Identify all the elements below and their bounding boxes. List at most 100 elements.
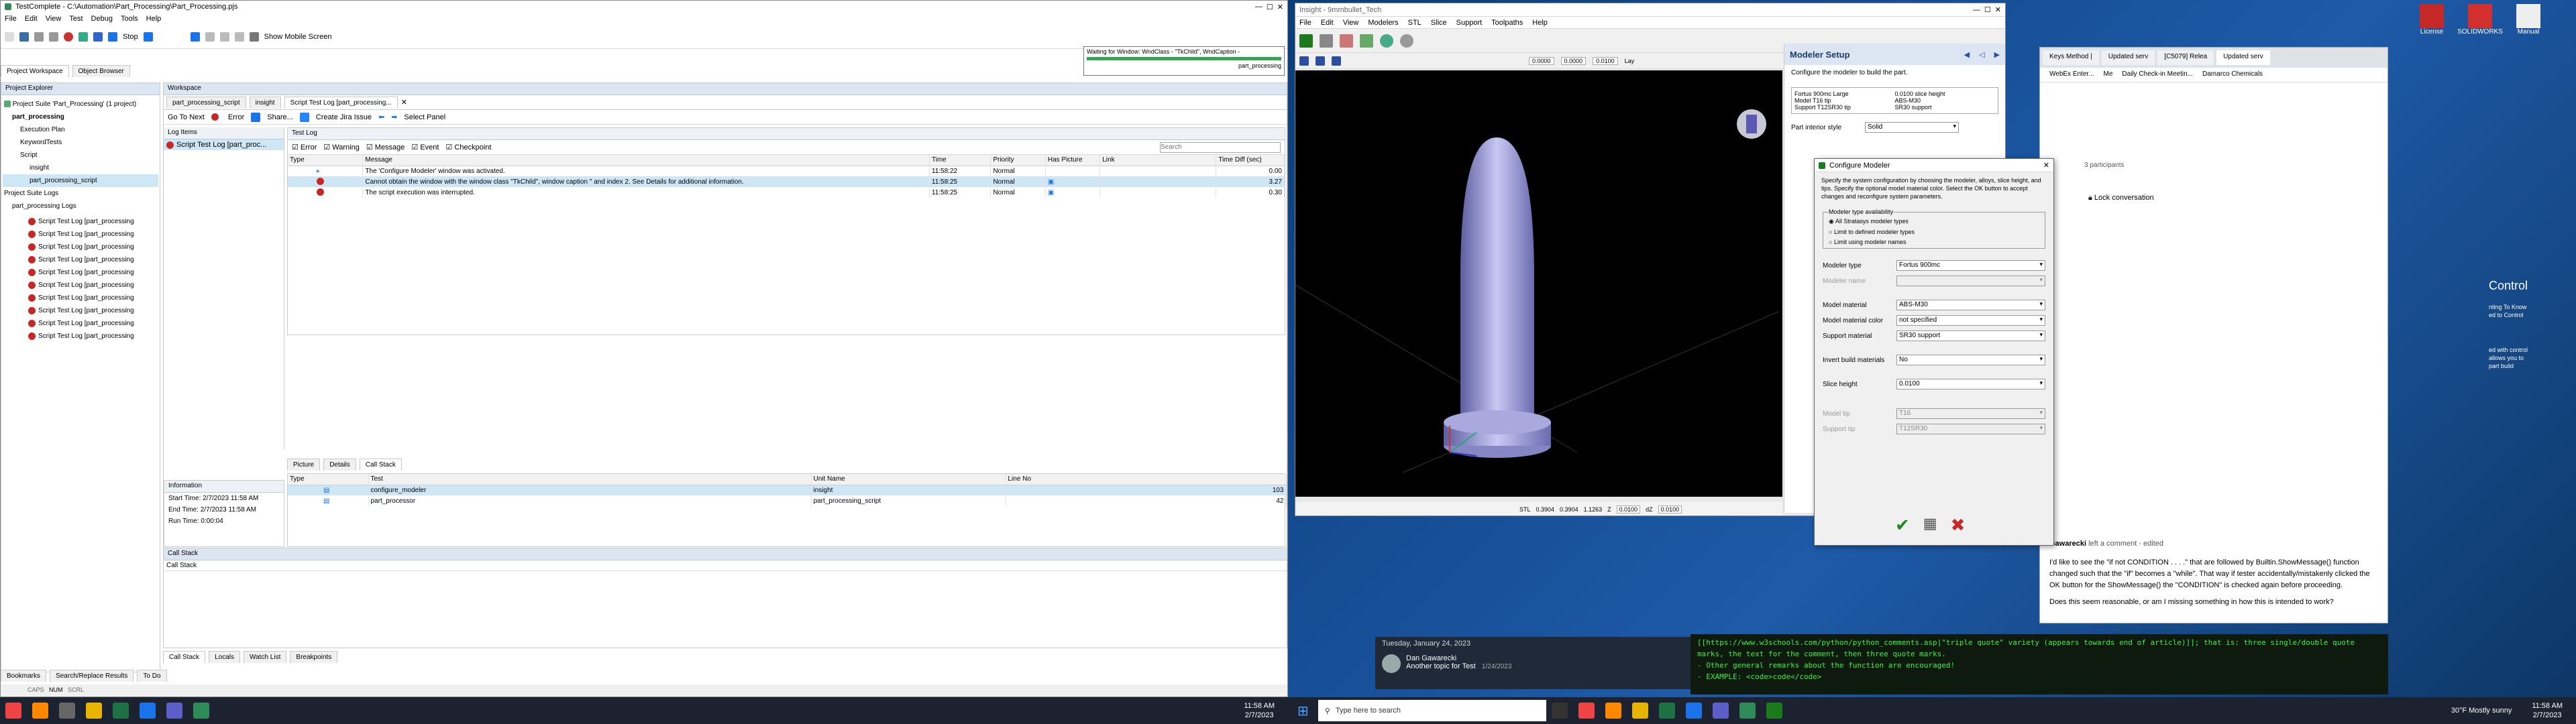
teams-icon[interactable] — [1712, 703, 1729, 719]
toolpath-icon[interactable] — [1380, 34, 1393, 48]
bookmark[interactable]: WebEx Enter... — [2049, 70, 2094, 79]
cs-col-unit[interactable]: Unit Name — [811, 474, 1006, 485]
tab-to-do[interactable]: To Do — [137, 670, 167, 682]
back-icon[interactable]: ◀ — [1964, 50, 1970, 59]
tab-insight[interactable]: insight — [249, 97, 281, 109]
menu-stl[interactable]: STL — [1408, 19, 1421, 27]
menu-view[interactable]: View — [1343, 19, 1359, 27]
chat-item[interactable]: Dan Gawarecki Another topic for Test 1/2… — [1382, 654, 1684, 673]
bookmark[interactable]: Damarco Chemicals — [2202, 70, 2263, 79]
error-dropdown[interactable]: Error — [228, 113, 244, 121]
log-entry[interactable]: Script Test Log [part_processing — [28, 330, 158, 343]
weather[interactable]: 30°F Mostly sunny — [2451, 707, 2512, 715]
tab-project-workspace[interactable]: Project Workspace — [1, 65, 69, 77]
tab-lower-call-stack[interactable]: Call Stack — [163, 651, 206, 663]
tab-object-browser[interactable]: Object Browser — [72, 65, 130, 77]
material-color-select[interactable]: not specified — [1896, 315, 2045, 326]
create-issue-button[interactable]: Create Jira Issue — [316, 113, 372, 121]
chrome-icon[interactable] — [1578, 703, 1595, 719]
comment-author[interactable]: Gawarecki — [2049, 540, 2086, 548]
filter-event[interactable]: ☑ Event — [411, 143, 439, 152]
browser-tab[interactable]: Updated serv — [2216, 50, 2270, 65]
table-row[interactable]: The script execution was interrupted. 11… — [288, 187, 1285, 198]
menu-test[interactable]: Test — [69, 15, 83, 23]
firefox-icon[interactable] — [1605, 703, 1621, 719]
mobile-screen-button[interactable]: Show Mobile Screen — [264, 33, 332, 41]
maximize-icon[interactable]: ☐ — [1267, 3, 1273, 11]
mobile-icon[interactable] — [249, 32, 259, 42]
undo-icon[interactable] — [34, 32, 44, 42]
tree-part-processing-logs[interactable]: part_processing Logs — [3, 200, 158, 213]
tab-watch-list[interactable]: Watch List — [244, 651, 287, 663]
radio-defined-types[interactable]: ○ Limit to defined modeler types — [1829, 229, 2039, 235]
redo-icon[interactable] — [49, 32, 58, 42]
menu-tools[interactable]: Tools — [121, 15, 138, 23]
log-entry[interactable]: Script Test Log [part_processing — [28, 228, 158, 241]
stop-icon[interactable] — [108, 32, 117, 42]
picture-icon[interactable]: ▣ — [1048, 178, 1054, 186]
log-items-entry[interactable]: Script Test Log [part_proc... — [164, 139, 284, 150]
minimize-icon[interactable]: — — [1973, 6, 1980, 14]
minimize-icon[interactable]: — — [1255, 3, 1263, 11]
col-link[interactable]: Link — [1099, 155, 1217, 166]
excel-icon[interactable] — [113, 703, 129, 719]
table-row[interactable]: ▤ part_processor part_processing_script … — [288, 495, 1287, 506]
filter-error[interactable]: ☑ Error — [292, 143, 317, 152]
filter-message[interactable]: ☑ Message — [366, 143, 405, 152]
3d-viewport[interactable] — [1295, 70, 1782, 497]
cancel-x-icon[interactable]: ✖ — [1951, 515, 1966, 536]
support-material-select[interactable]: SR30 support — [1896, 330, 2045, 341]
testcomplete-task-icon[interactable] — [1739, 703, 1756, 719]
browser-tab[interactable]: Updated serv — [2101, 50, 2155, 65]
ok-check-icon[interactable]: ✔ — [1895, 515, 1910, 536]
lock-conversation[interactable]: 🔒︎ Lock conversation — [2088, 194, 2154, 202]
grid-settings-icon[interactable]: ▦ — [1923, 515, 1937, 536]
coord-z[interactable]: 0.0100 — [1593, 56, 1618, 65]
tree-project-suite[interactable]: Project Suite 'Part_Processing' (1 proje… — [3, 98, 158, 111]
excel-icon[interactable] — [1658, 703, 1675, 719]
tree-part-processing[interactable]: part_processing — [3, 111, 158, 123]
col-message[interactable]: Message — [362, 155, 930, 166]
chrome-icon[interactable] — [5, 703, 21, 719]
menu-edit[interactable]: Edit — [25, 15, 38, 23]
filter-checkpoint[interactable]: ☑ Checkpoint — [445, 143, 491, 152]
log-entry[interactable]: Script Test Log [part_processing — [28, 279, 158, 292]
tab-bookmarks[interactable]: Bookmarks — [1, 670, 47, 682]
menu-slice[interactable]: Slice — [1431, 19, 1447, 27]
bookmark[interactable]: Daily Check-in Meetin... — [2122, 70, 2193, 79]
tab-locals[interactable]: Locals — [209, 651, 240, 663]
table-row[interactable]: Cannot obtain the window with the window… — [288, 176, 1285, 187]
check-icon[interactable] — [234, 32, 244, 42]
menu-view[interactable]: View — [46, 15, 62, 23]
menu-help[interactable]: Help — [1532, 19, 1548, 27]
maximize-icon[interactable]: ☐ — [1984, 5, 1991, 14]
align-icon[interactable] — [1316, 56, 1325, 66]
close-tab-icon[interactable]: ✕ — [401, 99, 407, 107]
cs-col-line[interactable]: Line No — [1006, 474, 1287, 485]
menu-help[interactable]: Help — [146, 15, 162, 23]
zoom-icon[interactable] — [1400, 34, 1413, 48]
col-priority[interactable]: Priority — [990, 155, 1046, 166]
table-row[interactable]: ▸ The 'Configure Modeler' window was act… — [288, 166, 1285, 176]
window-icon[interactable] — [205, 32, 215, 42]
log-entry[interactable]: Script Test Log [part_processing — [28, 317, 158, 330]
tab-breakpoints[interactable]: Breakpoints — [290, 651, 338, 663]
bookmark[interactable]: Me — [2104, 70, 2113, 79]
save-icon[interactable] — [19, 32, 29, 42]
table-row[interactable]: ▤ configure_modeler insight 103 — [288, 485, 1287, 495]
grid-icon[interactable] — [219, 32, 229, 42]
align-icon[interactable] — [1332, 56, 1341, 66]
prev-icon[interactable]: ◁ — [1979, 50, 1984, 59]
coord-x[interactable]: 0.0000 — [1529, 56, 1554, 65]
layout-icon[interactable] — [190, 32, 200, 42]
insight-task-icon[interactable] — [1766, 703, 1782, 719]
dialog-close-icon[interactable]: ✕ — [2043, 161, 2049, 170]
tab-search-replace[interactable]: Search/Replace Results — [50, 670, 134, 682]
col-has-picture[interactable]: Has Picture — [1045, 155, 1101, 166]
vscode-icon[interactable] — [1685, 703, 1702, 719]
taskview-icon[interactable] — [1551, 703, 1568, 719]
debug-icon[interactable] — [143, 32, 153, 42]
close-icon[interactable]: ✕ — [1277, 3, 1283, 11]
support-icon[interactable] — [1360, 34, 1373, 48]
back-arrow-icon[interactable]: ⬅ — [378, 113, 384, 121]
